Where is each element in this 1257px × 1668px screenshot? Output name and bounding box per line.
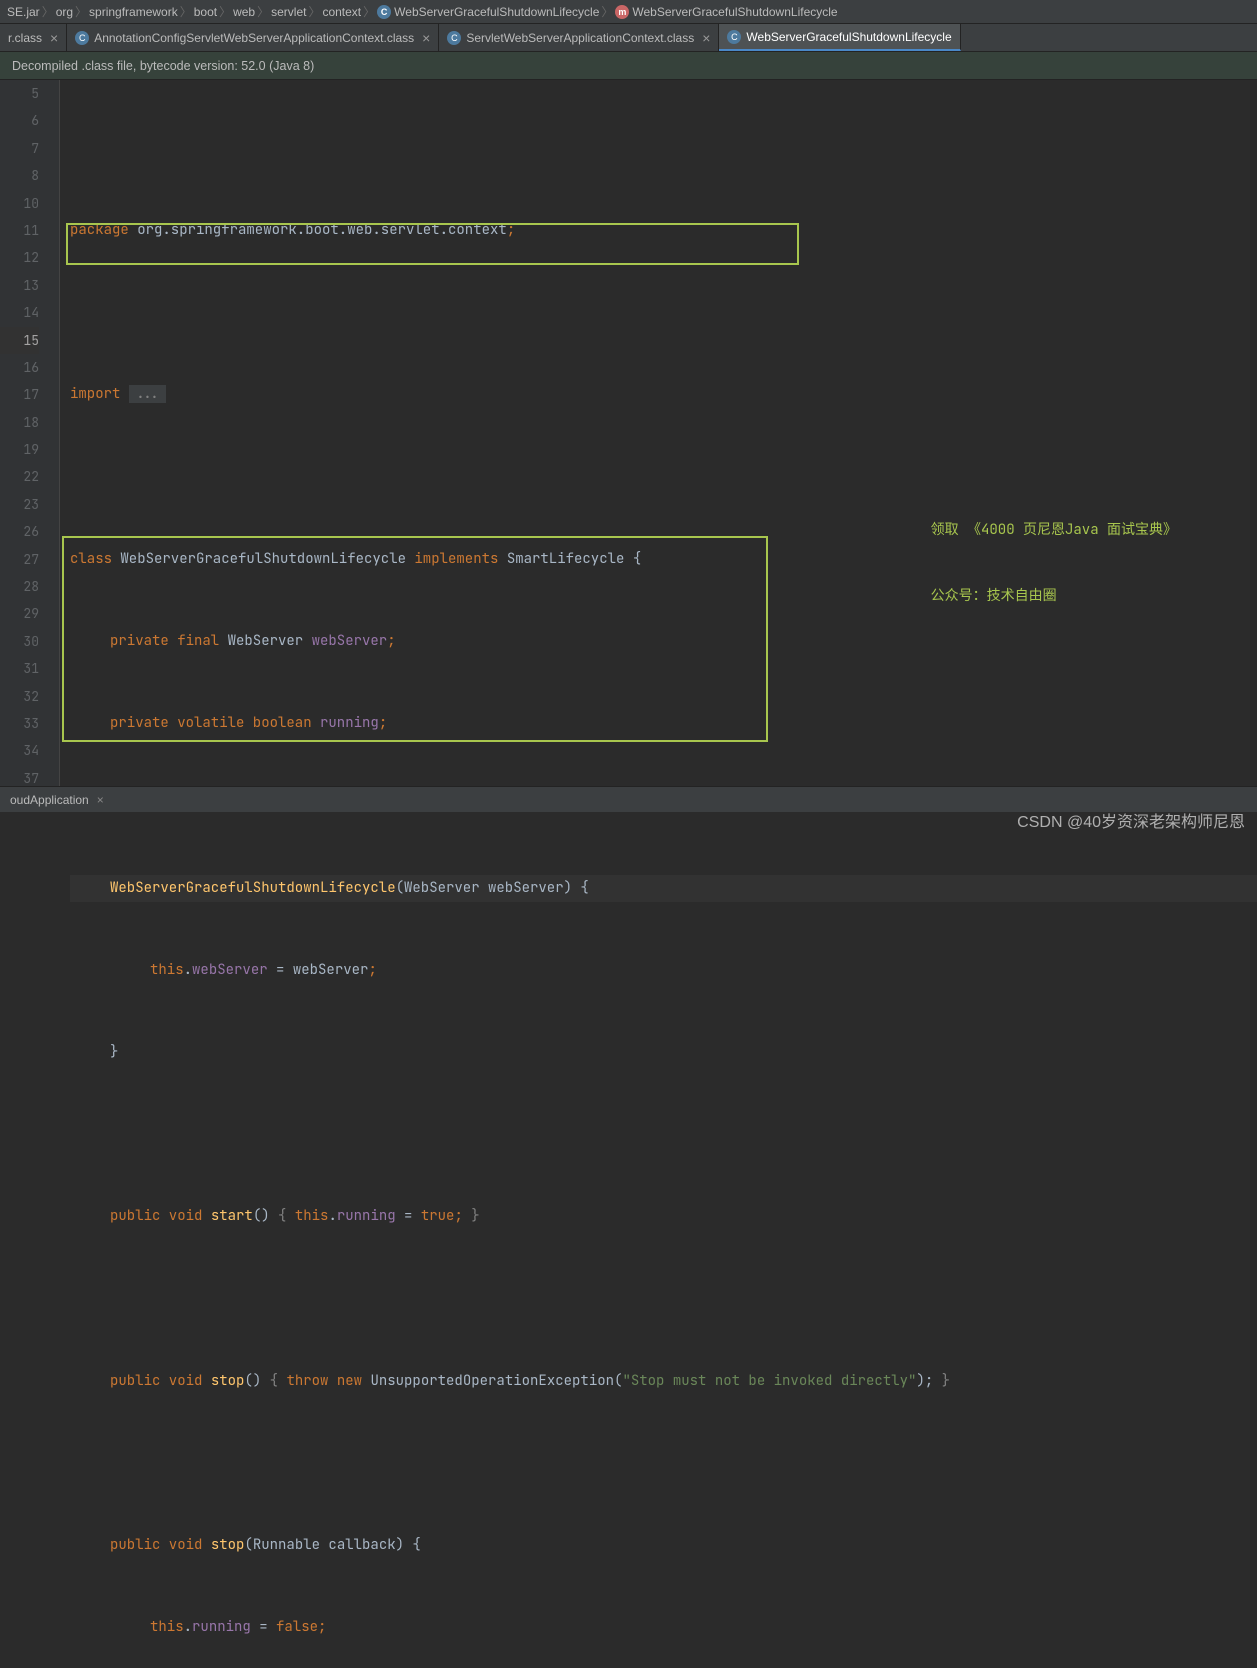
chevron-right-icon: 〉 bbox=[364, 0, 374, 24]
crumb-servlet[interactable]: servlet bbox=[268, 5, 309, 19]
annotation-overlay: 领取 《4000 页尼恩Java 面试宝典》 公众号：技术自由圈 bbox=[931, 475, 1177, 651]
chevron-right-icon: 〉 bbox=[258, 0, 268, 24]
close-icon[interactable]: × bbox=[97, 793, 104, 807]
tab-1[interactable]: C AnnotationConfigServletWebServerApplica… bbox=[67, 24, 439, 51]
breadcrumb-bar: SE.jar〉 org〉 springframework〉 boot〉 web〉… bbox=[0, 0, 1257, 24]
bottom-tab[interactable]: oudApplication bbox=[10, 793, 89, 807]
close-icon[interactable]: × bbox=[422, 30, 430, 46]
chevron-right-icon: 〉 bbox=[181, 0, 191, 24]
code-editor[interactable]: 5 6 7 8 10 11 12 13 14 15 16 17 18 19 22… bbox=[0, 80, 1257, 808]
crumb-org[interactable]: org bbox=[53, 5, 76, 19]
tab-label: ServletWebServerApplicationContext.class bbox=[466, 31, 694, 45]
code-area[interactable]: package org.springframework.boot.web.ser… bbox=[60, 80, 1257, 808]
gutter: 5 6 7 8 10 11 12 13 14 15 16 17 18 19 22… bbox=[0, 80, 60, 808]
tab-3[interactable]: C WebServerGracefulShutdownLifecycle bbox=[719, 24, 960, 51]
editor-tabs: r.class × C AnnotationConfigServletWebServ… bbox=[0, 24, 1257, 52]
crumb-springframework[interactable]: springframework bbox=[86, 5, 181, 19]
crumb-web[interactable]: web bbox=[230, 5, 258, 19]
chevron-right-icon: 〉 bbox=[309, 0, 319, 24]
class-icon: C bbox=[447, 31, 461, 45]
chevron-right-icon: 〉 bbox=[76, 0, 86, 24]
tab-label: r.class bbox=[8, 31, 42, 45]
class-icon: C bbox=[377, 5, 391, 19]
method-icon: m bbox=[615, 5, 629, 19]
class-icon: C bbox=[727, 30, 741, 44]
crumb-method[interactable]: mWebServerGracefulShutdownLifecycle bbox=[612, 5, 840, 19]
class-icon: C bbox=[75, 31, 89, 45]
close-icon[interactable]: × bbox=[50, 30, 58, 46]
close-icon[interactable]: × bbox=[702, 30, 710, 46]
decompiled-banner: Decompiled .class file, bytecode version… bbox=[0, 52, 1257, 80]
tab-label: WebServerGracefulShutdownLifecycle bbox=[746, 30, 951, 44]
chevron-right-icon: 〉 bbox=[43, 0, 53, 24]
crumb-jar[interactable]: SE.jar bbox=[4, 5, 43, 19]
tab-0[interactable]: r.class × bbox=[0, 24, 67, 51]
chevron-right-icon: 〉 bbox=[602, 0, 612, 24]
watermark: CSDN @40岁资深老架构师尼恩 bbox=[1017, 808, 1245, 832]
tab-2[interactable]: C ServletWebServerApplicationContext.clas… bbox=[439, 24, 719, 51]
tab-label: AnnotationConfigServletWebServerApplicat… bbox=[94, 31, 414, 45]
chevron-right-icon: 〉 bbox=[220, 0, 230, 24]
crumb-context[interactable]: context bbox=[319, 5, 364, 19]
crumb-class[interactable]: CWebServerGracefulShutdownLifecycle bbox=[374, 5, 602, 19]
crumb-boot[interactable]: boot bbox=[191, 5, 220, 19]
